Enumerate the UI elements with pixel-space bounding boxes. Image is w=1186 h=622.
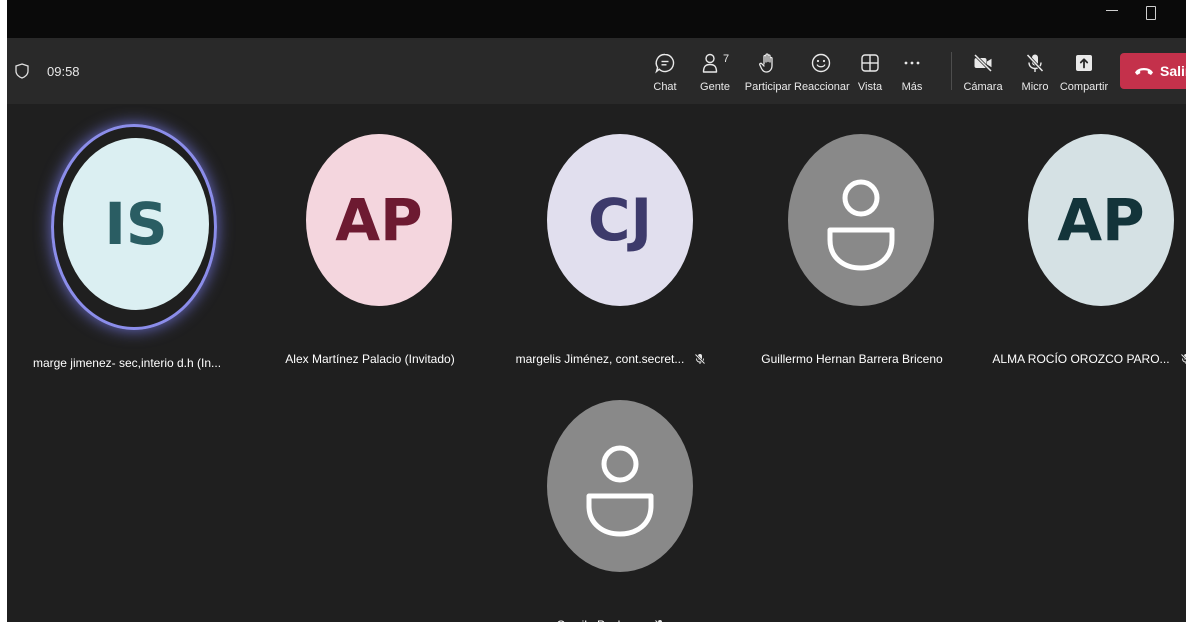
camera-label: Cámara: [963, 81, 1003, 93]
avatar-initials: IS: [104, 190, 168, 258]
chat-label: Chat: [653, 81, 677, 93]
participant-tile[interactable]: AP Alex Martínez Palacio (Invitado): [260, 134, 480, 384]
leave-label: Salir: [1160, 63, 1186, 79]
participant-avatar: AP: [306, 134, 452, 306]
share-button[interactable]: Compartir: [1059, 48, 1109, 98]
view-label: Vista: [857, 81, 883, 93]
participant-name: Guillermo Hernan Barrera Briceno: [761, 352, 943, 366]
view-button[interactable]: Vista: [853, 48, 887, 98]
participant-name: marge jimenez- sec,interio d.h (In...: [32, 356, 222, 370]
meeting-timer: 09:58: [47, 64, 80, 79]
meeting-toolbar: 09:58 Chat 7 Gente Participar Reaccionar…: [7, 38, 1186, 104]
grid-view-icon: [859, 52, 881, 74]
people-button[interactable]: 7 Gente: [697, 48, 733, 98]
participant-name-row: ALMA ROCÍO OROZCO PARO...: [982, 352, 1186, 366]
leave-button[interactable]: Salir: [1120, 53, 1186, 89]
participant-name-row: margelis Jiménez, cont.secret...: [501, 352, 721, 366]
share-screen-icon: [1073, 52, 1095, 74]
more-button[interactable]: Más: [897, 48, 927, 98]
participant-name-row: Alex Martínez Palacio (Invitado): [260, 352, 480, 366]
participant-avatar: AP: [1028, 134, 1174, 306]
hang-up-icon: [1134, 64, 1154, 78]
participant-tile[interactable]: CJ margelis Jiménez, cont.secret...: [501, 134, 721, 384]
more-label: Más: [901, 81, 923, 93]
teams-meeting-window: 09:58 Chat 7 Gente Participar Reaccionar…: [7, 0, 1186, 622]
participant-tile[interactable]: AP ALMA ROCÍO OROZCO PARO...: [982, 134, 1186, 384]
participant-tile[interactable]: IS marge jimenez- sec,interio d.h (In...: [17, 124, 237, 388]
mic-label: Micro: [1021, 81, 1049, 93]
avatar-initials: AP: [1057, 186, 1145, 254]
camera-button[interactable]: Cámara: [961, 48, 1005, 98]
raise-hand-icon: [757, 52, 779, 74]
react-button[interactable]: Reaccionar: [794, 48, 850, 98]
people-icon: 7: [701, 52, 729, 74]
avatar-initials: CJ: [587, 186, 653, 254]
chat-icon: [654, 52, 676, 74]
more-dots-icon: [901, 52, 923, 74]
shield-icon: [15, 63, 29, 79]
mic-muted-icon: [1180, 353, 1186, 365]
participant-name: Camilo Pacheco: [556, 618, 643, 622]
minimize-window-button[interactable]: [1106, 6, 1120, 20]
smiley-icon: [810, 52, 832, 74]
participant-name: ALMA ROCÍO OROZCO PARO...: [992, 352, 1170, 366]
participant-avatar: [788, 134, 934, 306]
participant-name: margelis Jiménez, cont.secret...: [515, 352, 685, 366]
chat-button[interactable]: Chat: [648, 48, 682, 98]
react-label: Reaccionar: [794, 81, 850, 93]
people-label: Gente: [700, 81, 730, 93]
participant-name-row: marge jimenez- sec,interio d.h (In...: [17, 356, 237, 370]
participant-tile[interactable]: Guillermo Hernan Barrera Briceno: [742, 134, 962, 384]
participant-name: Alex Martínez Palacio (Invitado): [285, 352, 455, 366]
share-label: Compartir: [1059, 81, 1109, 93]
toolbar-divider: [951, 52, 952, 90]
people-count-badge: 7: [723, 53, 730, 65]
mic-button[interactable]: Micro: [1017, 48, 1053, 98]
mic-muted-icon: [694, 353, 706, 365]
person-placeholder-icon: [827, 179, 895, 271]
raise-hand-label: Participar: [744, 81, 792, 93]
participant-name-row: Camilo Pacheco: [501, 618, 721, 622]
participant-avatar: CJ: [547, 134, 693, 306]
window-title-bar: [7, 0, 1186, 38]
mic-off-icon: [1024, 52, 1046, 74]
person-placeholder-icon: [586, 445, 654, 537]
participant-avatar: IS: [63, 138, 209, 310]
participant-tile[interactable]: Camilo Pacheco: [501, 400, 721, 622]
participant-name-row: Guillermo Hernan Barrera Briceno: [742, 352, 962, 366]
restore-window-button[interactable]: [1144, 4, 1158, 20]
camera-off-icon: [972, 52, 994, 74]
raise-hand-button[interactable]: Participar: [742, 48, 794, 98]
avatar-initials: AP: [335, 186, 423, 254]
participant-avatar: [547, 400, 693, 572]
